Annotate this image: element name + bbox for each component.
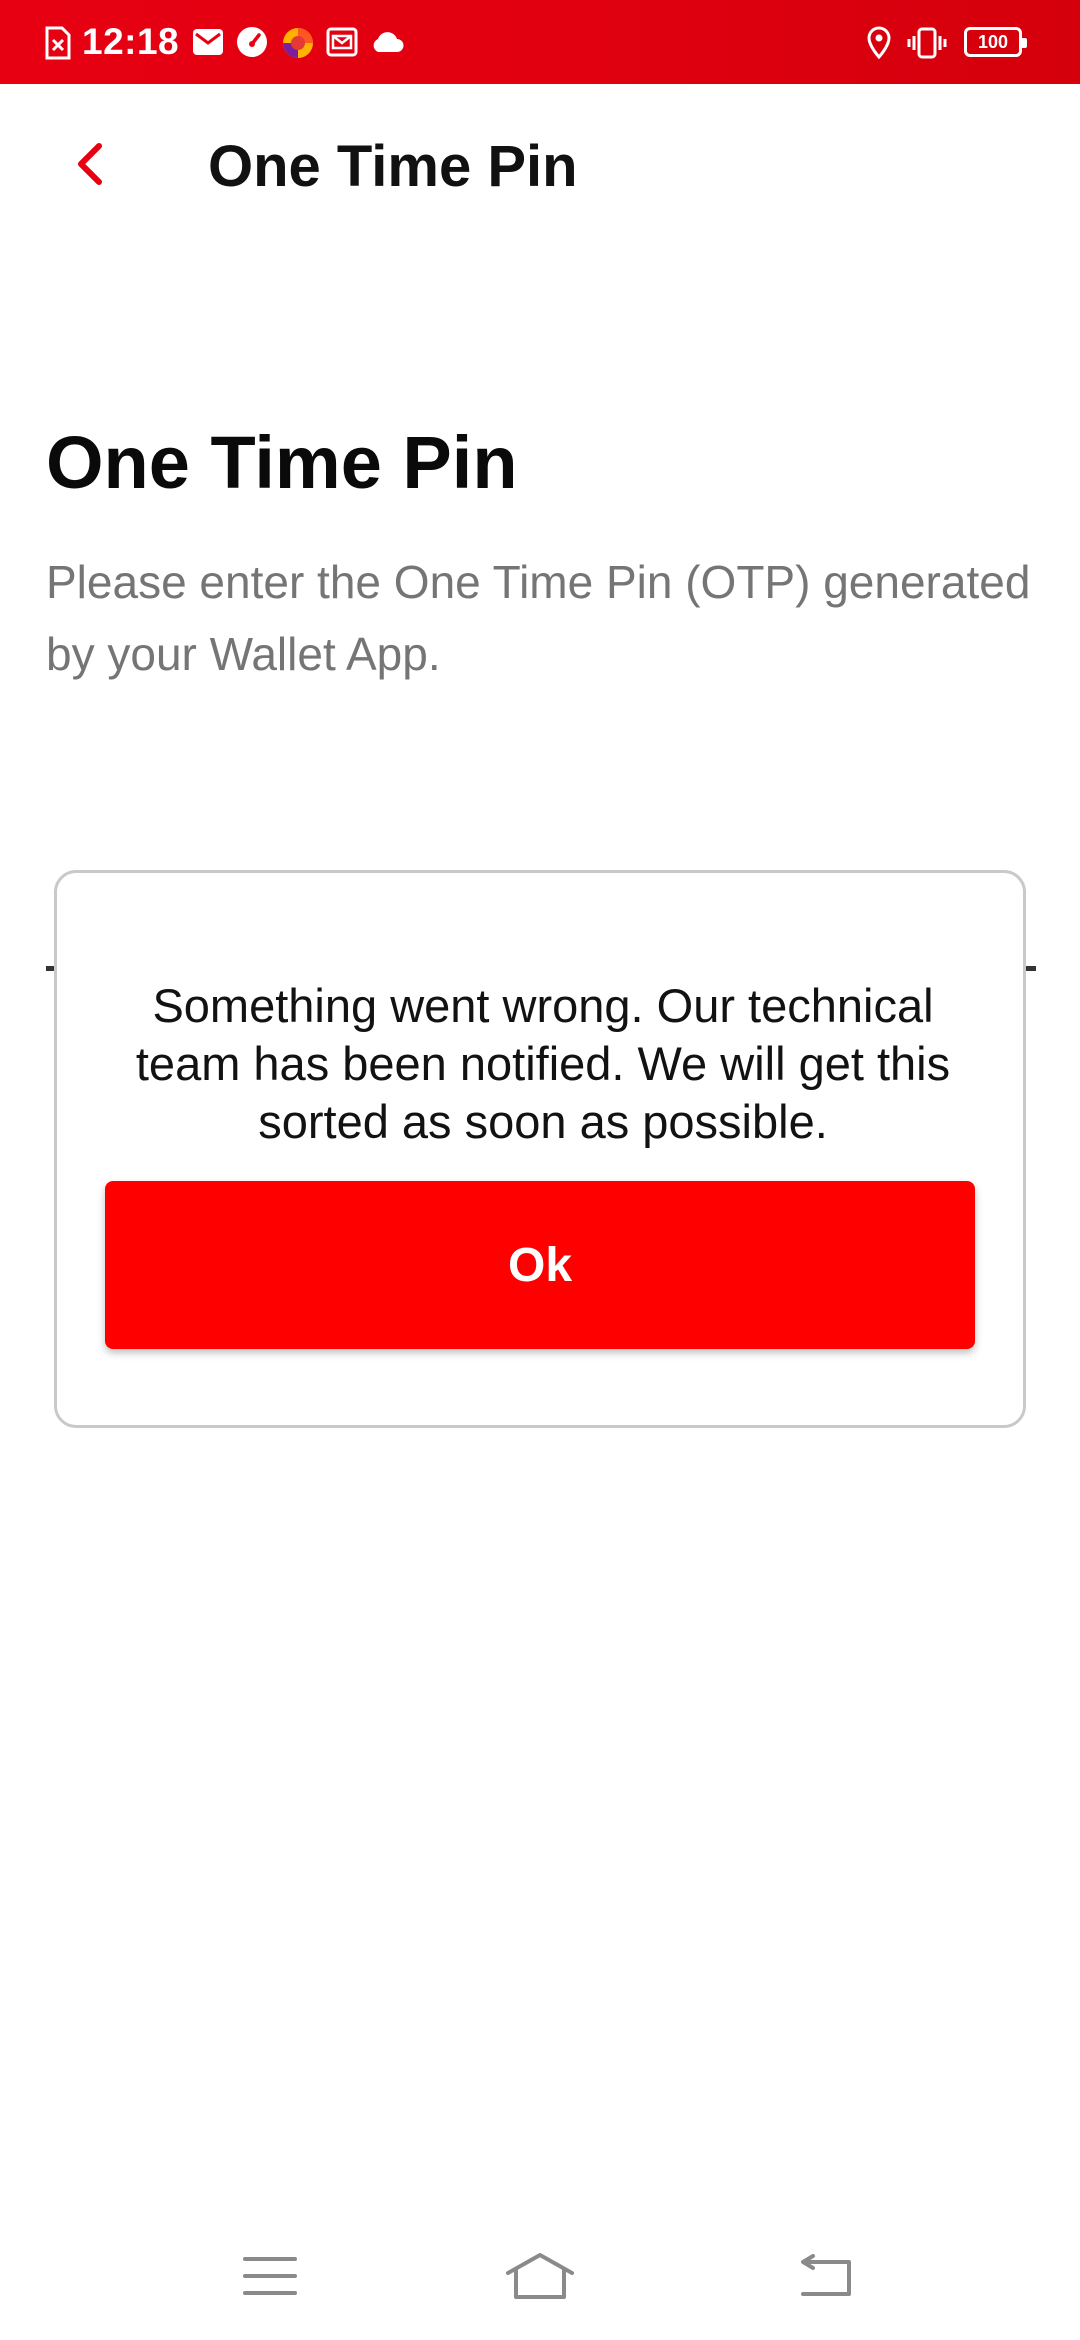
home-icon: [504, 2251, 576, 2306]
email-icon: [326, 26, 358, 63]
page-heading: One Time Pin: [46, 421, 518, 504]
sim-error-icon: [44, 26, 72, 65]
battery-icon: 100: [964, 27, 1027, 57]
chevron-left-icon: [75, 142, 105, 191]
back-icon: [795, 2253, 853, 2303]
cloud-icon: [370, 30, 404, 59]
browser-icon: [281, 26, 315, 65]
page-description: Please enter the One Time Pin (OTP) gene…: [46, 556, 1031, 680]
back-button[interactable]: [60, 136, 120, 196]
status-bar: 12:18 100: [0, 0, 1080, 84]
nav-home-button[interactable]: [480, 2240, 600, 2316]
ok-button[interactable]: Ok: [105, 1181, 975, 1349]
nav-menu-button[interactable]: [210, 2240, 330, 2316]
dialog-message: Something went wrong. Our technical team…: [135, 979, 951, 1148]
menu-icon: [243, 2255, 297, 2302]
location-icon: [866, 26, 892, 65]
vibrate-icon: [906, 26, 948, 65]
header-title: One Time Pin: [208, 134, 578, 199]
speedometer-icon: [236, 26, 268, 63]
mail-icon: [192, 26, 224, 63]
error-dialog: Something went wrong. Our technical team…: [54, 870, 1026, 1428]
status-time: 12:18: [82, 21, 180, 62]
nav-back-button[interactable]: [764, 2240, 884, 2316]
